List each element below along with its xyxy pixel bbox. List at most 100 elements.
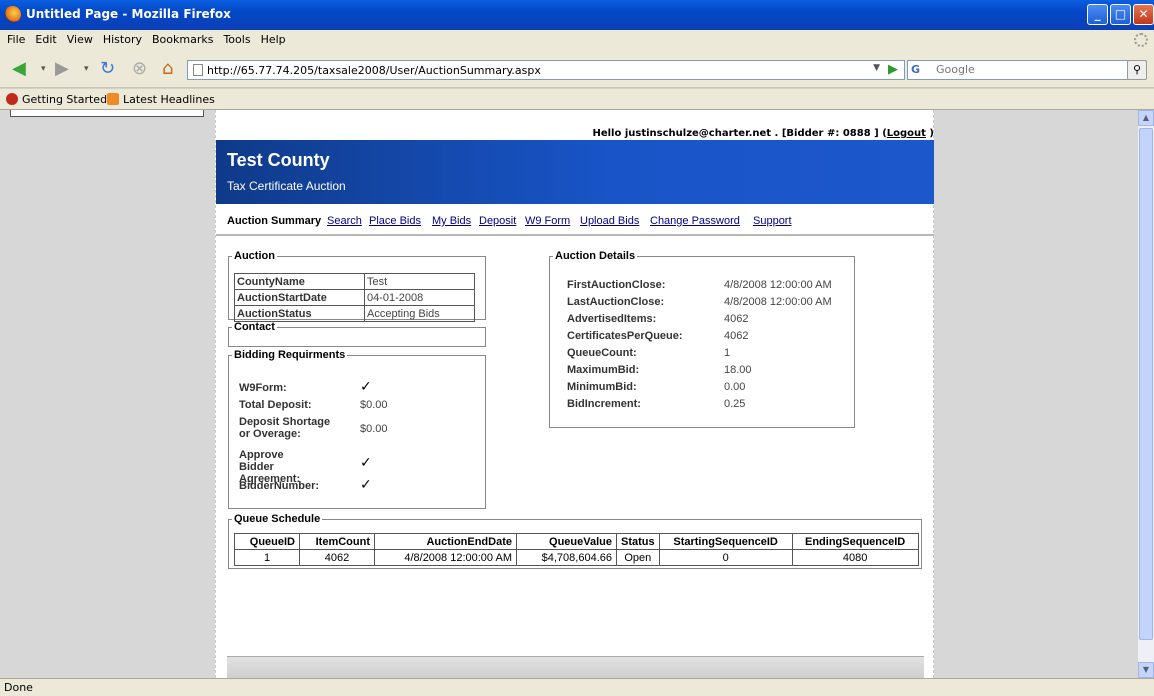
auction-key: AuctionStatus bbox=[234, 305, 365, 322]
firefox-icon bbox=[4, 6, 21, 23]
bidding-legend: Bidding Requirments bbox=[234, 349, 346, 361]
search-engine-icon[interactable]: G bbox=[911, 63, 933, 77]
reload-icon[interactable]: ↻ bbox=[100, 58, 115, 80]
column-header: QueueID bbox=[234, 533, 300, 550]
detail-value: 1 bbox=[724, 347, 731, 359]
column-header: StartingSequenceID bbox=[658, 533, 793, 550]
detail-label: AdvertisedItems: bbox=[567, 313, 657, 325]
auction-details-legend: Auction Details bbox=[555, 250, 636, 262]
nav-upload-bids[interactable]: Upload Bids bbox=[580, 215, 639, 227]
forward-icon[interactable]: ▶ bbox=[55, 58, 69, 80]
menu-bookmarks[interactable]: Bookmarks bbox=[147, 30, 218, 49]
detail-label: MaximumBid: bbox=[567, 364, 640, 376]
column-header: Status bbox=[616, 533, 660, 550]
table-row: 1 4062 4/8/2008 12:00:00 AM $4,708,604.6… bbox=[234, 549, 919, 566]
nav-place-bids[interactable]: Place Bids bbox=[369, 215, 421, 227]
column-header: AuctionEndDate bbox=[374, 533, 517, 550]
nav-search[interactable]: Search bbox=[327, 215, 362, 227]
contact-legend: Contact bbox=[234, 321, 275, 333]
page-title: Test County bbox=[227, 150, 330, 170]
firefox-bookmark-icon bbox=[6, 93, 18, 105]
status-bar: Done bbox=[0, 678, 1154, 696]
content-viewport: Hello justinschulze@charter.net . [Bidde… bbox=[0, 110, 1138, 678]
page-icon bbox=[193, 64, 203, 76]
greeting-text: Hello justinschulze@charter.net . [Bidde… bbox=[592, 128, 887, 139]
history-dropdown-icon[interactable]: ▼ bbox=[873, 63, 880, 73]
bid-label: W9Form: bbox=[239, 382, 287, 394]
table-header-row: QueueID ItemCount AuctionEndDate QueueVa… bbox=[234, 533, 919, 550]
nav-auction-summary[interactable]: Auction Summary bbox=[227, 215, 321, 227]
auction-value: 04-01-2008 bbox=[364, 289, 475, 306]
bid-value: $0.00 bbox=[360, 399, 388, 411]
forward-dropdown-icon[interactable]: ▾ bbox=[84, 58, 89, 80]
auction-key: CountyName bbox=[234, 273, 365, 290]
bid-label: Deposit Shortage or Overage: bbox=[239, 416, 331, 440]
vertical-scrollbar[interactable]: ▲ ▼ bbox=[1138, 110, 1154, 678]
throbber-icon bbox=[1134, 33, 1148, 47]
bookmark-latest-headlines[interactable]: Latest Headlines bbox=[107, 93, 215, 106]
menu-bar: File Edit View History Bookmarks Tools Help bbox=[0, 30, 1154, 50]
detail-label: QueueCount: bbox=[567, 347, 637, 359]
address-bar[interactable]: http://65.77.74.205/taxsale2008/User/Auc… bbox=[187, 60, 905, 80]
bookmark-getting-started[interactable]: Getting Started bbox=[6, 93, 107, 106]
go-icon[interactable]: ▶ bbox=[888, 62, 898, 77]
rss-icon bbox=[107, 93, 119, 105]
menu-file[interactable]: File bbox=[2, 30, 30, 49]
check-icon: ✓ bbox=[360, 455, 372, 471]
menu-tools[interactable]: Tools bbox=[218, 30, 255, 49]
page-banner: Test County Tax Certificate Auction bbox=[216, 140, 934, 204]
page-footer-bar bbox=[227, 656, 924, 678]
home-icon[interactable]: ⌂ bbox=[162, 58, 173, 80]
status-text: Done bbox=[4, 681, 33, 694]
auction-details-fieldset: Auction Details FirstAuctionClose: 4/8/2… bbox=[549, 250, 855, 428]
nav-support[interactable]: Support bbox=[753, 215, 792, 227]
menu-help[interactable]: Help bbox=[256, 30, 291, 49]
table-cell: 1 bbox=[234, 549, 300, 566]
bid-value: $0.00 bbox=[360, 423, 388, 435]
auction-legend: Auction bbox=[234, 250, 275, 262]
greeting-end: ) bbox=[925, 128, 934, 139]
search-box[interactable]: G bbox=[907, 60, 1140, 80]
stop-icon[interactable]: ⊗ bbox=[132, 58, 147, 80]
table-cell: 4/8/2008 12:00:00 AM bbox=[374, 549, 517, 566]
minimize-button[interactable]: _ bbox=[1087, 4, 1108, 25]
title-bar: Untitled Page - Mozilla Firefox _ □ ✕ bbox=[0, 0, 1154, 30]
nav-change-password[interactable]: Change Password bbox=[650, 215, 740, 227]
bid-label: BidderNumber: bbox=[239, 480, 320, 492]
detail-value: 4062 bbox=[724, 313, 749, 325]
table-cell: 4062 bbox=[299, 549, 375, 566]
scroll-up-icon[interactable]: ▲ bbox=[1138, 110, 1154, 126]
detail-value: 18.00 bbox=[724, 364, 752, 376]
menu-history[interactable]: History bbox=[98, 30, 147, 49]
contact-fieldset: Contact bbox=[228, 321, 486, 347]
queue-schedule-fieldset: Queue Schedule QueueID ItemCount Auction… bbox=[228, 513, 922, 569]
site-nav: Auction Summary Search Place Bids My Bid… bbox=[216, 204, 934, 236]
column-header: EndingSequenceID bbox=[791, 533, 919, 550]
nav-w9-form[interactable]: W9 Form bbox=[525, 215, 570, 227]
logout-link[interactable]: Logout bbox=[887, 128, 926, 139]
table-cell: Open bbox=[616, 549, 660, 566]
bid-label: Total Deposit: bbox=[239, 399, 312, 411]
page: Hello justinschulze@charter.net . [Bidde… bbox=[215, 110, 934, 678]
menu-view[interactable]: View bbox=[62, 30, 98, 49]
detail-label: FirstAuctionClose: bbox=[567, 279, 666, 291]
table-cell: 0 bbox=[658, 549, 793, 566]
column-header: QueueValue bbox=[516, 533, 617, 550]
search-input[interactable] bbox=[936, 63, 1116, 76]
address-url: http://65.77.74.205/taxsale2008/User/Auc… bbox=[207, 64, 541, 77]
search-icon[interactable]: ⚲ bbox=[1127, 60, 1147, 80]
scroll-down-icon[interactable]: ▼ bbox=[1138, 662, 1154, 678]
auction-table: CountyName Test AuctionStartDate 04-01-200… bbox=[234, 273, 475, 322]
check-icon: ✓ bbox=[360, 379, 372, 395]
back-dropdown-icon[interactable]: ▾ bbox=[41, 58, 46, 80]
nav-my-bids[interactable]: My Bids bbox=[432, 215, 471, 227]
maximize-button[interactable]: □ bbox=[1110, 4, 1131, 25]
queue-schedule-legend: Queue Schedule bbox=[234, 513, 321, 525]
detail-label: MinimumBid: bbox=[567, 381, 637, 393]
detail-value: 0.00 bbox=[724, 381, 746, 393]
scrollbar-thumb[interactable] bbox=[1139, 128, 1153, 640]
back-icon[interactable]: ◀ bbox=[12, 58, 26, 80]
nav-deposit[interactable]: Deposit bbox=[479, 215, 516, 227]
menu-edit[interactable]: Edit bbox=[30, 30, 61, 49]
close-button[interactable]: ✕ bbox=[1133, 4, 1154, 25]
